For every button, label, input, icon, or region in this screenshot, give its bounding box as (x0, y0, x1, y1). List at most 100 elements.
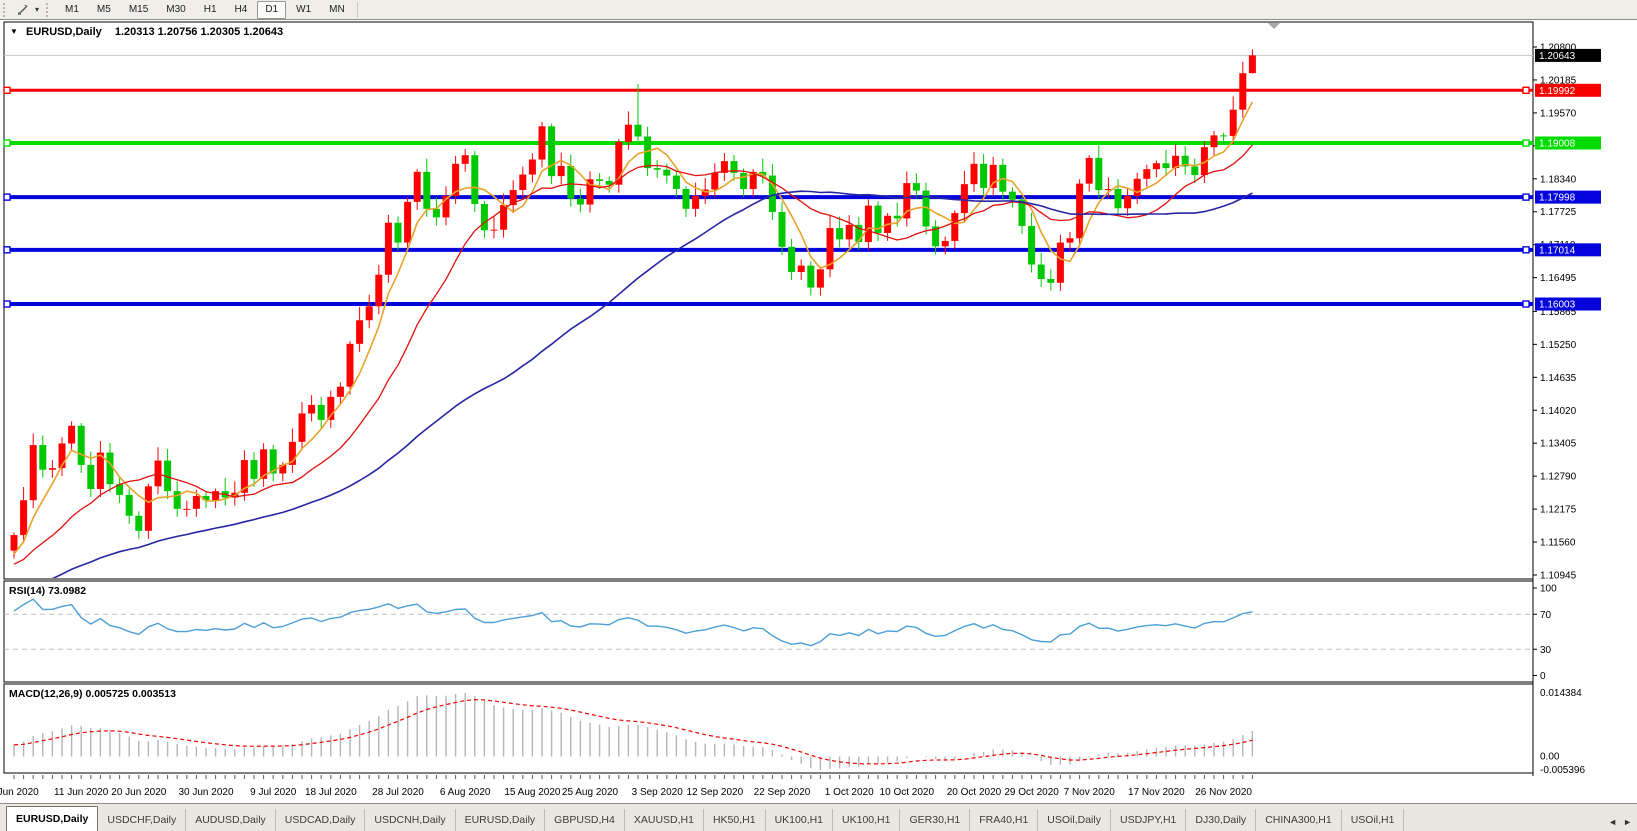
level-drag-handle-2-0[interactable] (4, 194, 10, 200)
chart-symbol-period: EURUSD,Daily (26, 26, 102, 38)
chart-tab-8-hk50h1[interactable]: HK50,H1 (704, 809, 766, 831)
trading-terminal: 1.208001.201851.195701.189551.183401.177… (0, 0, 1637, 831)
date-axis-label: 30 Jun 2020 (178, 787, 233, 798)
chart-tab-9-uk100h1[interactable]: UK100,H1 (766, 809, 833, 831)
chart-tab-0-eurusddaily[interactable]: EURUSD,Daily (6, 806, 98, 831)
tab-scroll-left-icon[interactable]: ◄ (1605, 817, 1620, 827)
candle-body (385, 223, 392, 275)
timeframe-button-h4[interactable]: H4 (227, 1, 256, 19)
candle-body (1067, 238, 1074, 242)
chart-tab-13-usoildaily[interactable]: USOil,Daily (1038, 809, 1111, 831)
trendline-cursor-icon-glyph (17, 3, 31, 16)
candle-body (11, 535, 18, 551)
candle-body (39, 445, 46, 470)
timeframe-button-d1[interactable]: D1 (257, 1, 286, 19)
candle-body (1134, 179, 1141, 196)
tab-scroll-right-icon[interactable]: ► (1620, 817, 1635, 827)
timeframe-toolbar: ▾ M1M5M15M30H1H4D1W1MN (0, 0, 1637, 20)
candle-body (347, 344, 354, 387)
candle-body (836, 228, 843, 239)
price-axis-label: 1.11560 (1540, 538, 1576, 549)
timeframe-button-w1[interactable]: W1 (288, 1, 319, 19)
candle-body (654, 168, 661, 170)
price-axis-label: 1.12175 (1540, 505, 1577, 516)
timeframe-button-m30[interactable]: M30 (158, 1, 193, 19)
chart-tab-16-china300h1[interactable]: CHINA300,H1 (1256, 809, 1342, 831)
chart-tab-15-dj30daily[interactable]: DJ30,Daily (1186, 809, 1256, 831)
level-drag-handle-0-0[interactable] (4, 87, 10, 93)
candle-body (491, 230, 498, 231)
candle-body (961, 184, 968, 213)
toolbar-grip2[interactable] (46, 3, 53, 17)
level-drag-handle-2-1[interactable] (1523, 194, 1529, 200)
candle-body (126, 495, 133, 516)
chart-tab-2-audusddaily[interactable]: AUDUSD,Daily (186, 809, 276, 831)
candle-body (107, 453, 114, 485)
candle-body (673, 176, 680, 189)
price-axis-label: 1.14020 (1540, 406, 1577, 417)
candle-body (798, 266, 805, 272)
level-drag-handle-4-0[interactable] (4, 301, 10, 307)
candle-body (1230, 110, 1237, 136)
chart-title: ▼ EURUSD,Daily 1.20313 1.20756 1.20305 1… (10, 26, 283, 38)
chart-tab-5-eurusddaily[interactable]: EURUSD,Daily (456, 809, 546, 831)
candle-body (145, 486, 152, 530)
chart-tab-1-usdchfdaily[interactable]: USDCHF,Daily (98, 809, 186, 831)
chart-tab-12-fra40h1[interactable]: FRA40,H1 (970, 809, 1038, 831)
timeframe-button-m5[interactable]: M5 (89, 1, 119, 19)
chart-tab-14-usdjpyh1[interactable]: USDJPY,H1 (1111, 809, 1186, 831)
dropdown-caret-icon[interactable]: ▾ (33, 5, 43, 14)
level-drag-handle-4-1[interactable] (1523, 301, 1529, 307)
chart-shift-marker-icon[interactable] (1268, 23, 1280, 29)
macd-axis-label: 0.014384 (1540, 688, 1582, 699)
date-axis-label: 7 Nov 2020 (1064, 787, 1116, 798)
candle-body (635, 125, 642, 137)
current-price-box-label: 1.20643 (1539, 51, 1576, 62)
chart-tab-4-usdcnhdaily[interactable]: USDCNH,Daily (365, 809, 455, 831)
candle-body (366, 306, 373, 320)
candle-body (625, 125, 632, 142)
date-axis-label: 29 Oct 2020 (1004, 787, 1059, 798)
candle-body (1009, 192, 1016, 200)
timeframe-button-m1[interactable]: M1 (57, 1, 87, 19)
candle-body (539, 126, 546, 159)
timeframe-button-mn[interactable]: MN (321, 1, 353, 19)
level-drag-handle-1-1[interactable] (1523, 140, 1529, 146)
level-drag-handle-0-1[interactable] (1523, 87, 1529, 93)
level-drag-handle-3-1[interactable] (1523, 247, 1529, 253)
trendline-cursor-icon[interactable] (13, 3, 33, 16)
date-axis-label: 11 Jun 2020 (54, 787, 109, 798)
candle-body (913, 183, 920, 191)
candle-body (740, 173, 747, 189)
chart-tab-17-usoilh1[interactable]: USOil,H1 (1342, 809, 1405, 831)
candle-body (683, 189, 690, 209)
collapse-arrow-icon[interactable]: ▼ (10, 27, 18, 36)
chart-tab-3-usdcaddaily[interactable]: USDCAD,Daily (276, 809, 366, 831)
macd-axis-label: -0.005396 (1540, 765, 1585, 776)
price-axis-label: 1.12790 (1540, 472, 1577, 483)
candle-body (1047, 279, 1054, 283)
candle-body (529, 160, 536, 175)
chart-tab-11-ger30h1[interactable]: GER30,H1 (900, 809, 970, 831)
price-axis-label: 1.13405 (1540, 439, 1577, 450)
candle-body (414, 172, 421, 202)
candle-body (1239, 73, 1246, 109)
level-drag-handle-1-0[interactable] (4, 140, 10, 146)
timeframe-button-m15[interactable]: M15 (121, 1, 156, 19)
candle-body (462, 155, 469, 164)
candle-body (894, 216, 901, 219)
chart-tab-6-gbpusdh4[interactable]: GBPUSD,H4 (545, 809, 625, 831)
candle-body (183, 509, 190, 510)
rsi-axis-label: 100 (1540, 584, 1557, 595)
candle-body (318, 405, 325, 420)
candle-body (193, 496, 200, 509)
toolbar-grip[interactable] (3, 3, 10, 17)
chart-tab-10-uk100h1[interactable]: UK100,H1 (833, 809, 900, 831)
date-axis-label: 6 Aug 2020 (440, 787, 491, 798)
timeframe-button-h1[interactable]: H1 (196, 1, 225, 19)
level-price-0-box-label: 1.19992 (1539, 86, 1576, 97)
level-drag-handle-3-0[interactable] (4, 247, 10, 253)
chart-tab-7-xauusdh1[interactable]: XAUUSD,H1 (625, 809, 704, 831)
candle-body (1086, 158, 1093, 184)
candle-body (711, 173, 718, 190)
